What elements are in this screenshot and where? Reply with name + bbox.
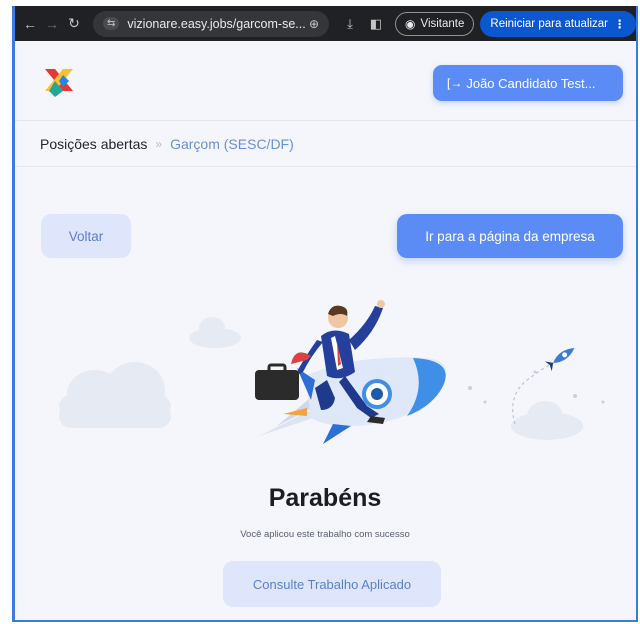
breadcrumb-current: Garçom (SESC/DF) xyxy=(170,136,294,152)
breadcrumb: Posições abertas » Garçom (SESC/DF) xyxy=(15,122,636,167)
browser-toolbar: ← → ↻ ⇆ vizionare.easy.jobs/garcom-se...… xyxy=(15,6,636,41)
address-bar[interactable]: ⇆ vizionare.easy.jobs/garcom-se... ⊕ xyxy=(93,10,329,37)
success-message: Você aplicou este trabalho com sucesso xyxy=(240,529,410,540)
profile-icon: ◉ xyxy=(405,16,416,31)
side-panel-icon[interactable]: ◧ xyxy=(363,16,389,32)
url-text: vizionare.easy.jobs/garcom-se... xyxy=(127,16,306,31)
download-icon[interactable]: ⤓ xyxy=(337,16,363,32)
breadcrumb-parent[interactable]: Posições abertas xyxy=(40,136,147,152)
profile-label: Visitante xyxy=(420,17,465,30)
breadcrumb-separator: » xyxy=(155,137,163,151)
company-logo[interactable] xyxy=(41,63,77,99)
user-name: João Candidato Test... xyxy=(466,75,596,91)
update-label: Reiniciar para atualizar xyxy=(490,17,609,30)
update-button[interactable]: Reiniciar para atualizar ⋮ xyxy=(480,10,636,37)
success-title: Parabéns xyxy=(268,484,382,512)
reload-icon[interactable]: ↻ xyxy=(63,15,85,32)
company-page-button[interactable]: Ir para a página da empresa xyxy=(397,214,623,258)
cloud-shape xyxy=(59,362,171,428)
profile-button[interactable]: ◉ Visitante xyxy=(395,11,475,36)
app-window: ← → ↻ ⇆ vizionare.easy.jobs/garcom-se...… xyxy=(12,6,638,622)
user-account-button[interactable]: [→ João Candidato Test... xyxy=(433,65,623,101)
menu-dots-icon[interactable]: ⋮ xyxy=(614,17,626,31)
back-button[interactable]: Voltar xyxy=(41,214,131,258)
site-header: [→ João Candidato Test... xyxy=(15,41,636,121)
login-arrow-icon: [→ xyxy=(447,76,463,90)
zoom-icon[interactable]: ⊕ xyxy=(309,17,319,31)
view-applied-job-button[interactable]: Consulte Trabalho Aplicado xyxy=(223,561,441,607)
site-settings-icon[interactable]: ⇆ xyxy=(103,17,120,30)
back-arrow-icon[interactable]: ← xyxy=(19,16,41,32)
forward-arrow-icon[interactable]: → xyxy=(41,16,63,32)
small-rocket xyxy=(544,347,575,372)
rocket-success-illustration xyxy=(59,300,605,444)
